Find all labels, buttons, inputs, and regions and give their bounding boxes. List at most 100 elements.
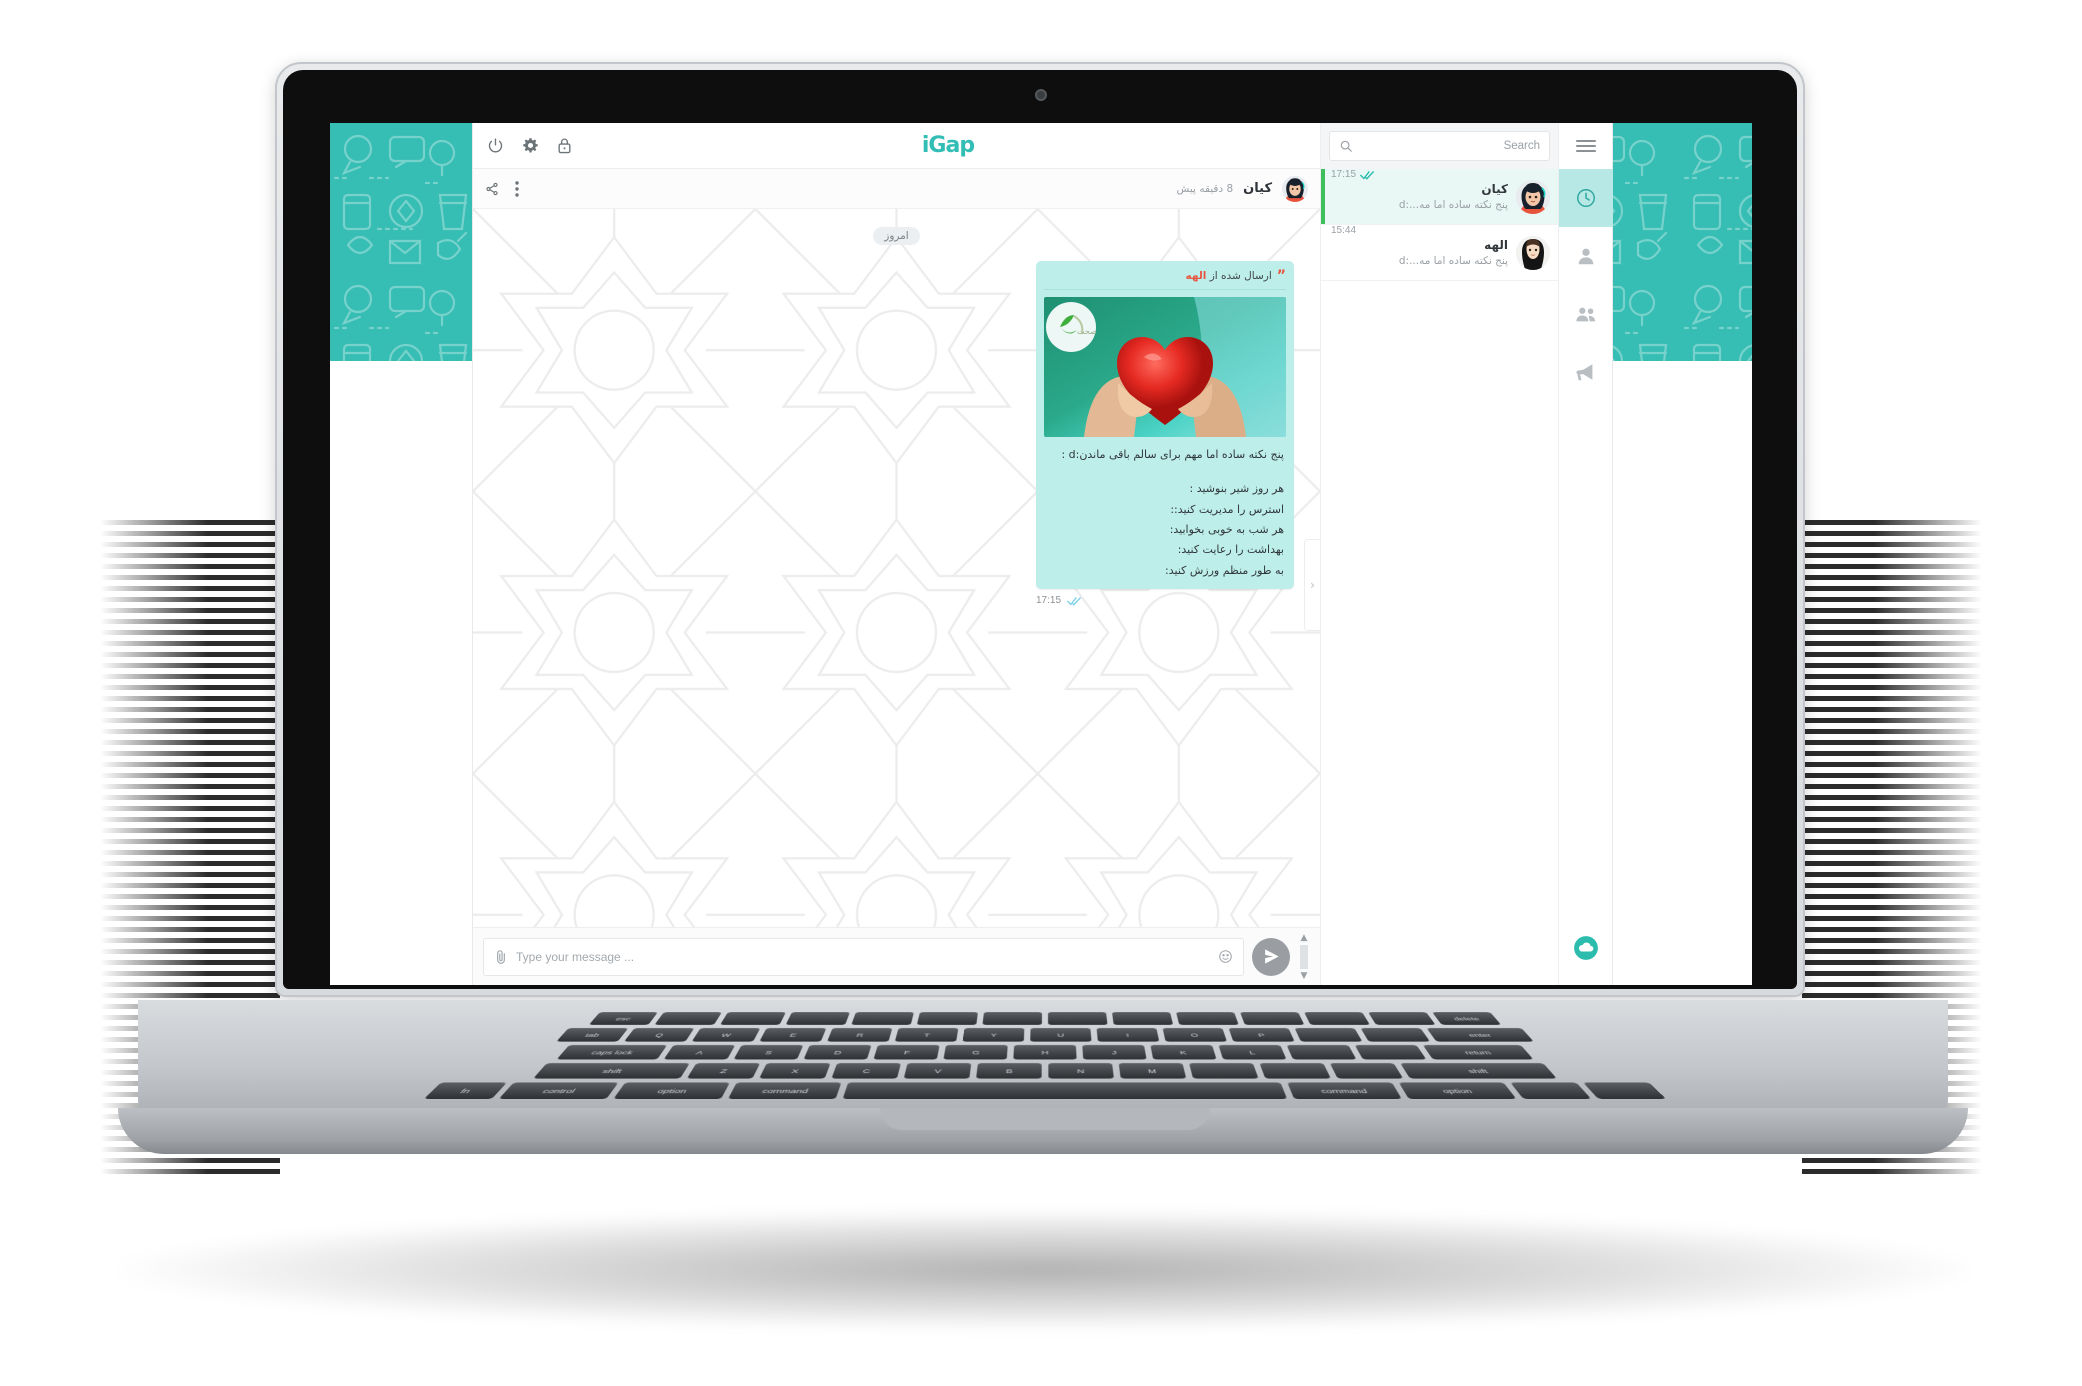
key[interactable]: O [1163, 1028, 1227, 1042]
key[interactable]: I [1097, 1028, 1160, 1042]
key[interactable] [1361, 1028, 1431, 1042]
key[interactable]: T [895, 1028, 959, 1042]
key[interactable] [1112, 1012, 1173, 1025]
key[interactable]: return [1423, 1045, 1534, 1060]
avatar[interactable] [1282, 176, 1308, 202]
key[interactable] [786, 1012, 850, 1025]
key[interactable]: tab [556, 1028, 628, 1042]
chat-list-item-kian[interactable]: کیان پنج نکته ساده اما مه...:d 17:15 [1321, 169, 1558, 225]
scroll-up-icon[interactable]: ▲ [1301, 933, 1308, 943]
key[interactable] [1295, 1028, 1363, 1042]
key[interactable]: C [831, 1063, 901, 1079]
key[interactable]: control [499, 1082, 619, 1099]
message-input[interactable]: Type your message ... [483, 938, 1244, 976]
key[interactable] [1259, 1063, 1330, 1079]
key[interactable] [851, 1012, 914, 1025]
key[interactable] [654, 1012, 722, 1025]
key[interactable]: V [904, 1063, 972, 1079]
message-bubble[interactable]: ” ارسال شده از الهه صحت پنج نکته ساده ام… [1036, 261, 1294, 589]
message-line: به طور منظم ورزش کنید: [1046, 561, 1284, 581]
cloud-storage-button[interactable] [1559, 935, 1613, 961]
key[interactable]: L [1218, 1045, 1286, 1060]
app-window: Search کیان پنج نکته ساده اما مه...:d 17… [473, 123, 1612, 985]
right-nav-rail [1558, 123, 1612, 985]
key[interactable] [1368, 1012, 1436, 1025]
key[interactable]: P [1229, 1028, 1295, 1042]
key[interactable]: F [873, 1045, 939, 1060]
chevron-right-icon: › [1310, 578, 1315, 592]
more-vertical-icon[interactable] [515, 181, 519, 197]
key[interactable]: fn [424, 1082, 507, 1099]
rail-item-channels[interactable] [1559, 343, 1613, 401]
key[interactable]: M [1119, 1063, 1187, 1079]
key[interactable]: B [976, 1063, 1042, 1079]
avatar [1516, 180, 1550, 214]
key[interactable] [1287, 1045, 1357, 1060]
chat-list-item-elahe[interactable]: الهه پنج نکته ساده اما مه...:d 15:44 [1321, 225, 1558, 281]
key[interactable] [1330, 1063, 1403, 1079]
key[interactable]: X [759, 1063, 830, 1079]
key[interactable] [1048, 1012, 1108, 1025]
key[interactable]: command [728, 1082, 841, 1099]
key[interactable] [1240, 1012, 1304, 1025]
key[interactable]: W [692, 1028, 761, 1042]
rail-item-contacts[interactable] [1559, 227, 1613, 285]
key[interactable]: shift [533, 1063, 690, 1079]
key[interactable]: D [804, 1045, 872, 1060]
key[interactable]: H [1013, 1045, 1076, 1060]
clock-icon [1575, 187, 1597, 209]
key[interactable] [982, 1012, 1042, 1025]
key[interactable]: caps lock [557, 1045, 668, 1060]
key[interactable] [1355, 1045, 1427, 1060]
chat-scrollbar[interactable]: ▲ ▼ [1298, 933, 1310, 981]
megaphone-icon [1575, 361, 1597, 383]
scroll-down-icon[interactable]: ▼ [1301, 971, 1308, 981]
key[interactable]: command [1287, 1082, 1402, 1099]
hamburger-menu-button[interactable] [1559, 123, 1612, 169]
send-button[interactable] [1252, 938, 1290, 976]
key-space[interactable] [843, 1082, 1288, 1099]
key[interactable]: S [734, 1045, 804, 1060]
key[interactable]: Y [962, 1028, 1024, 1042]
key[interactable]: Q [624, 1028, 694, 1042]
scroll-thumb[interactable] [1300, 945, 1308, 969]
key[interactable]: delete [1432, 1012, 1501, 1025]
rail-item-groups[interactable] [1559, 285, 1613, 343]
message-photo[interactable]: صحت [1044, 297, 1286, 437]
lock-icon[interactable] [557, 137, 572, 154]
key[interactable] [1189, 1063, 1259, 1079]
key[interactable]: G [943, 1045, 1007, 1060]
key[interactable]: A [664, 1045, 736, 1060]
laptop-screen: Search کیان پنج نکته ساده اما مه...:d 17… [330, 123, 1752, 985]
key[interactable] [1176, 1012, 1239, 1025]
key[interactable]: E [759, 1028, 826, 1042]
key[interactable]: option [1399, 1082, 1517, 1099]
chat-header-lastseen: 8 دقیقه پیش [1177, 183, 1234, 195]
key[interactable]: R [827, 1028, 892, 1042]
key[interactable]: K [1150, 1045, 1216, 1060]
power-icon[interactable] [487, 137, 504, 154]
key[interactable]: Z [687, 1063, 760, 1079]
smiley-icon[interactable] [1218, 949, 1233, 964]
key[interactable]: U [1030, 1028, 1091, 1042]
paperclip-icon[interactable] [494, 949, 508, 965]
key[interactable] [1304, 1012, 1370, 1025]
search-input[interactable]: Search [1329, 131, 1550, 161]
key[interactable] [917, 1012, 978, 1025]
laptop-shadow [120, 1210, 1970, 1330]
key[interactable] [720, 1012, 786, 1025]
key[interactable]: option [613, 1082, 730, 1099]
key[interactable]: esc [589, 1012, 658, 1025]
gear-icon[interactable] [522, 137, 539, 154]
panel-collapse-button[interactable]: › [1304, 539, 1320, 631]
key[interactable] [1583, 1082, 1666, 1099]
share-icon[interactable] [485, 182, 499, 196]
key[interactable] [1510, 1082, 1591, 1099]
key[interactable]: shift [1400, 1063, 1557, 1079]
message-text: پنج نکته ساده اما مهم برای سالم باقی مان… [1044, 437, 1286, 583]
key[interactable]: enter [1427, 1028, 1534, 1042]
rail-item-recent-chats[interactable] [1559, 169, 1613, 227]
key[interactable]: N [1048, 1063, 1114, 1079]
avatar-kian-icon [1282, 176, 1308, 202]
key[interactable]: J [1082, 1045, 1146, 1060]
